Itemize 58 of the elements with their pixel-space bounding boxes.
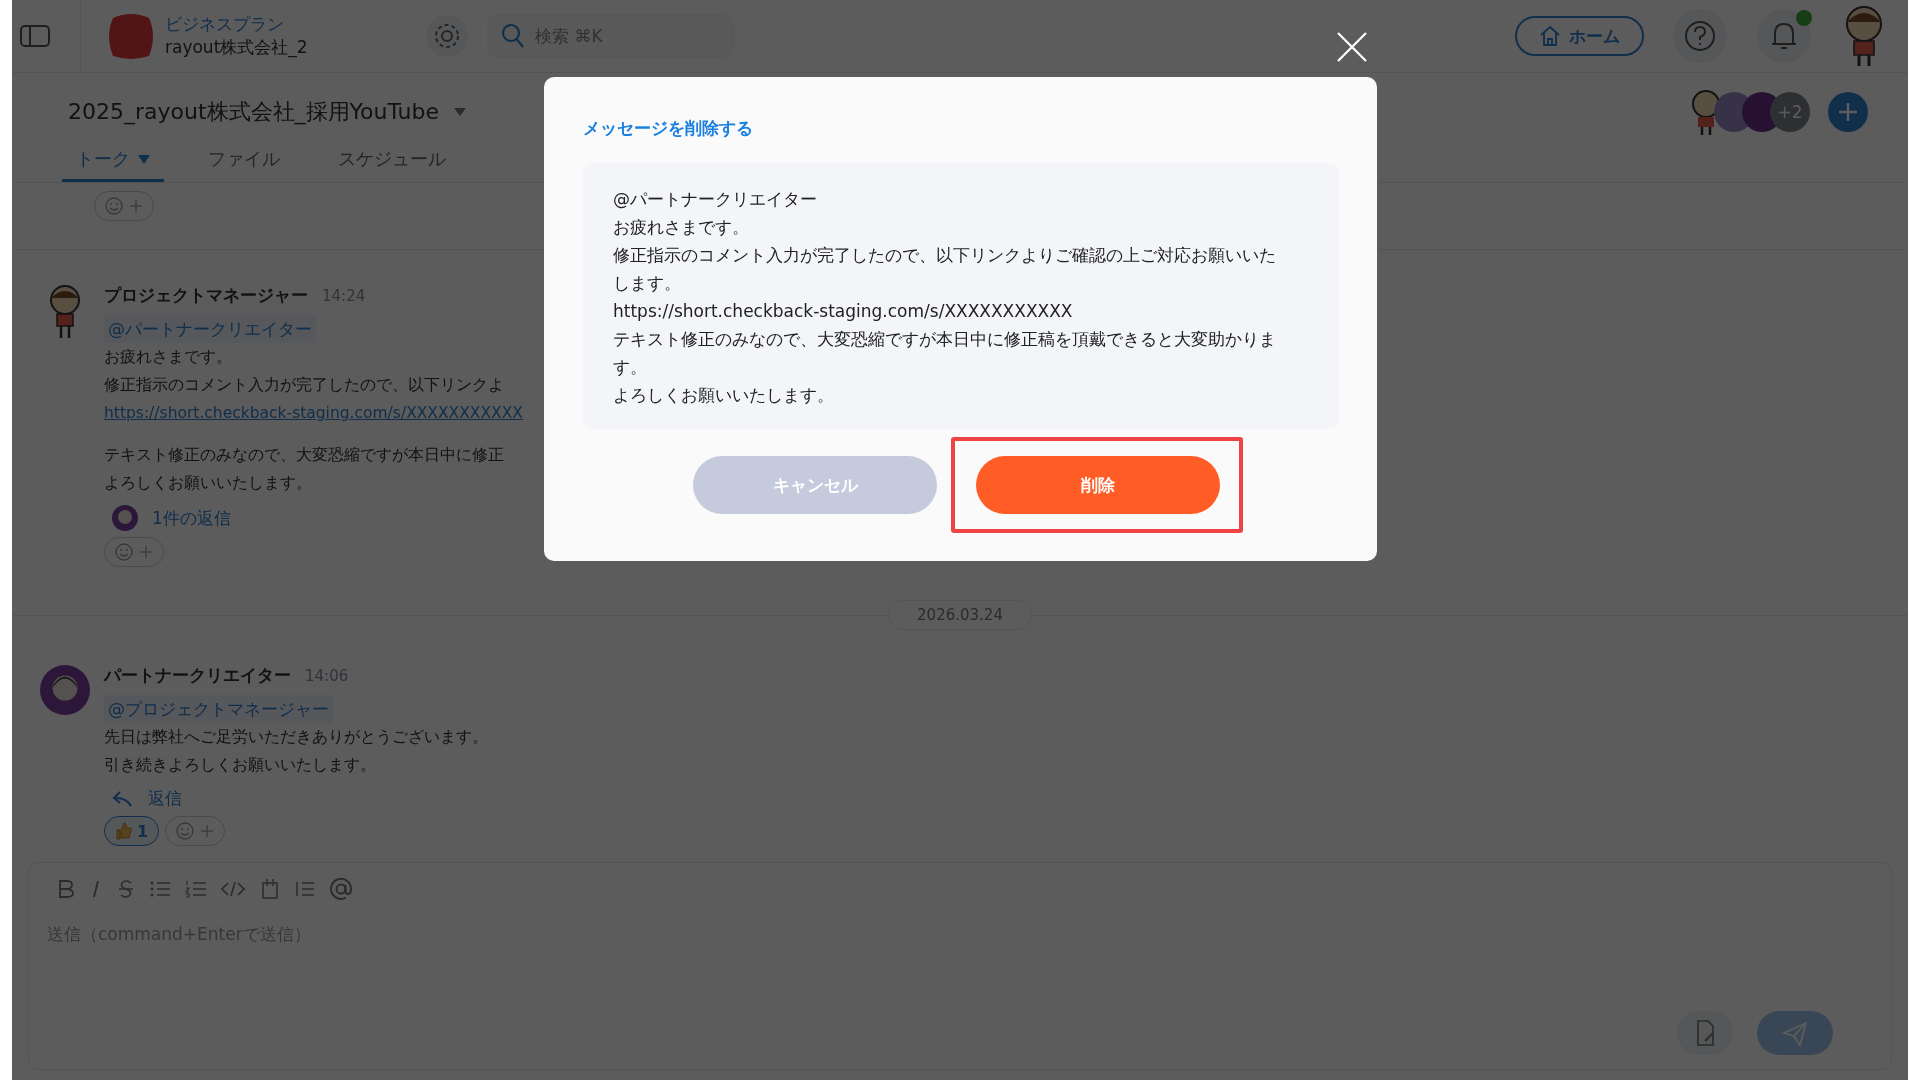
quoted-text: お疲れさまです。 [613, 216, 749, 239]
author-name[interactable]: プロジェクトマネージャー [104, 284, 308, 307]
bold-icon[interactable] [57, 879, 75, 899]
bell-icon[interactable] [1756, 8, 1812, 64]
strikethrough-icon[interactable] [117, 879, 135, 899]
reply-avatar [112, 505, 138, 531]
author-avatar[interactable] [40, 664, 90, 716]
smiley-icon [105, 197, 123, 215]
message-text: 引き続きよろしくお願いいたします。 [104, 754, 376, 776]
numbered-list-icon[interactable] [185, 880, 207, 898]
quote-list-icon[interactable] [295, 880, 315, 898]
channel-title[interactable]: 2025_rayout株式会社_採用YouTube [68, 97, 440, 127]
plus-icon [139, 545, 153, 559]
add-member-icon[interactable] [1828, 92, 1868, 132]
quoted-text: よろしくお願いいたします。 [613, 384, 834, 407]
send-button[interactable] [1757, 1011, 1833, 1055]
mention-tag[interactable]: @パートナークリエイター [104, 315, 316, 343]
message-text: よろしくお願いいたします。 [104, 472, 312, 494]
settings-icon[interactable] [425, 14, 469, 58]
mention-icon[interactable] [329, 877, 353, 901]
code-icon[interactable] [221, 880, 245, 898]
caret-icon[interactable] [453, 107, 468, 117]
help-icon[interactable] [1672, 8, 1728, 64]
sidebar-toggle-icon[interactable] [20, 24, 50, 48]
plus-icon [200, 824, 215, 838]
code-block-icon[interactable] [259, 878, 281, 900]
quoted-text: https://short.checkback-staging.com/s/XXXXXXXXXXX [613, 300, 1073, 323]
add-reaction-button[interactable] [104, 537, 164, 567]
plus-icon [129, 199, 143, 213]
reply-link[interactable]: 返信 [148, 787, 182, 810]
workspace-name[interactable]: rayout株式会社_2 [165, 36, 308, 59]
house-icon [1539, 25, 1561, 47]
quoted-text: 修正指示のコメント入力が完了したので、以下リンクよりご確認の上ご対応お願いいたします。 [613, 244, 1277, 295]
smiley-icon [115, 543, 133, 561]
reply-arrow-icon [112, 789, 134, 808]
cancel-button[interactable]: キャンセル [693, 456, 937, 514]
message-text: お疲れさまです。 [104, 346, 232, 368]
message-text: テキスト修正のみなので、大変恐縮ですが本日中に修正 [104, 444, 504, 466]
quoted-text: テキスト修正のみなので、大変恐縮ですが本日中に修正稿を頂戴できると大変助かります。 [613, 328, 1277, 379]
thumbs-up-icon [115, 822, 133, 840]
quoted-text: @パートナークリエイター [613, 188, 817, 211]
author-name[interactable]: パートナークリエイター [104, 664, 291, 687]
delete-button[interactable]: 削除 [976, 456, 1220, 514]
message-text: 先日は弊社へご足労いただきありがとうございます。 [104, 726, 488, 748]
dialog-title: メッセージを削除する [583, 117, 753, 140]
search-icon [501, 23, 525, 49]
message-text: 修正指示のコメント入力が完了したので、以下リンクよ [104, 374, 504, 396]
message-link[interactable]: https://short.checkback-staging.com/s/XXXXXXXXXXX [104, 399, 523, 427]
mention-tag[interactable]: @プロジェクトマネージャー [104, 695, 333, 723]
home-button[interactable]: ホーム [1515, 16, 1644, 56]
close-icon[interactable] [1336, 31, 1368, 63]
channel-tab[interactable]: トーク [62, 147, 164, 182]
smiley-icon [176, 822, 195, 840]
bullet-list-icon[interactable] [149, 880, 171, 898]
document-edit-icon[interactable] [1677, 1011, 1733, 1055]
reaction-chip[interactable]: 1 [104, 816, 160, 846]
thread-replies-link[interactable]: 1件の返信 [152, 506, 231, 530]
plan-label: ビジネスプラン [165, 13, 285, 36]
